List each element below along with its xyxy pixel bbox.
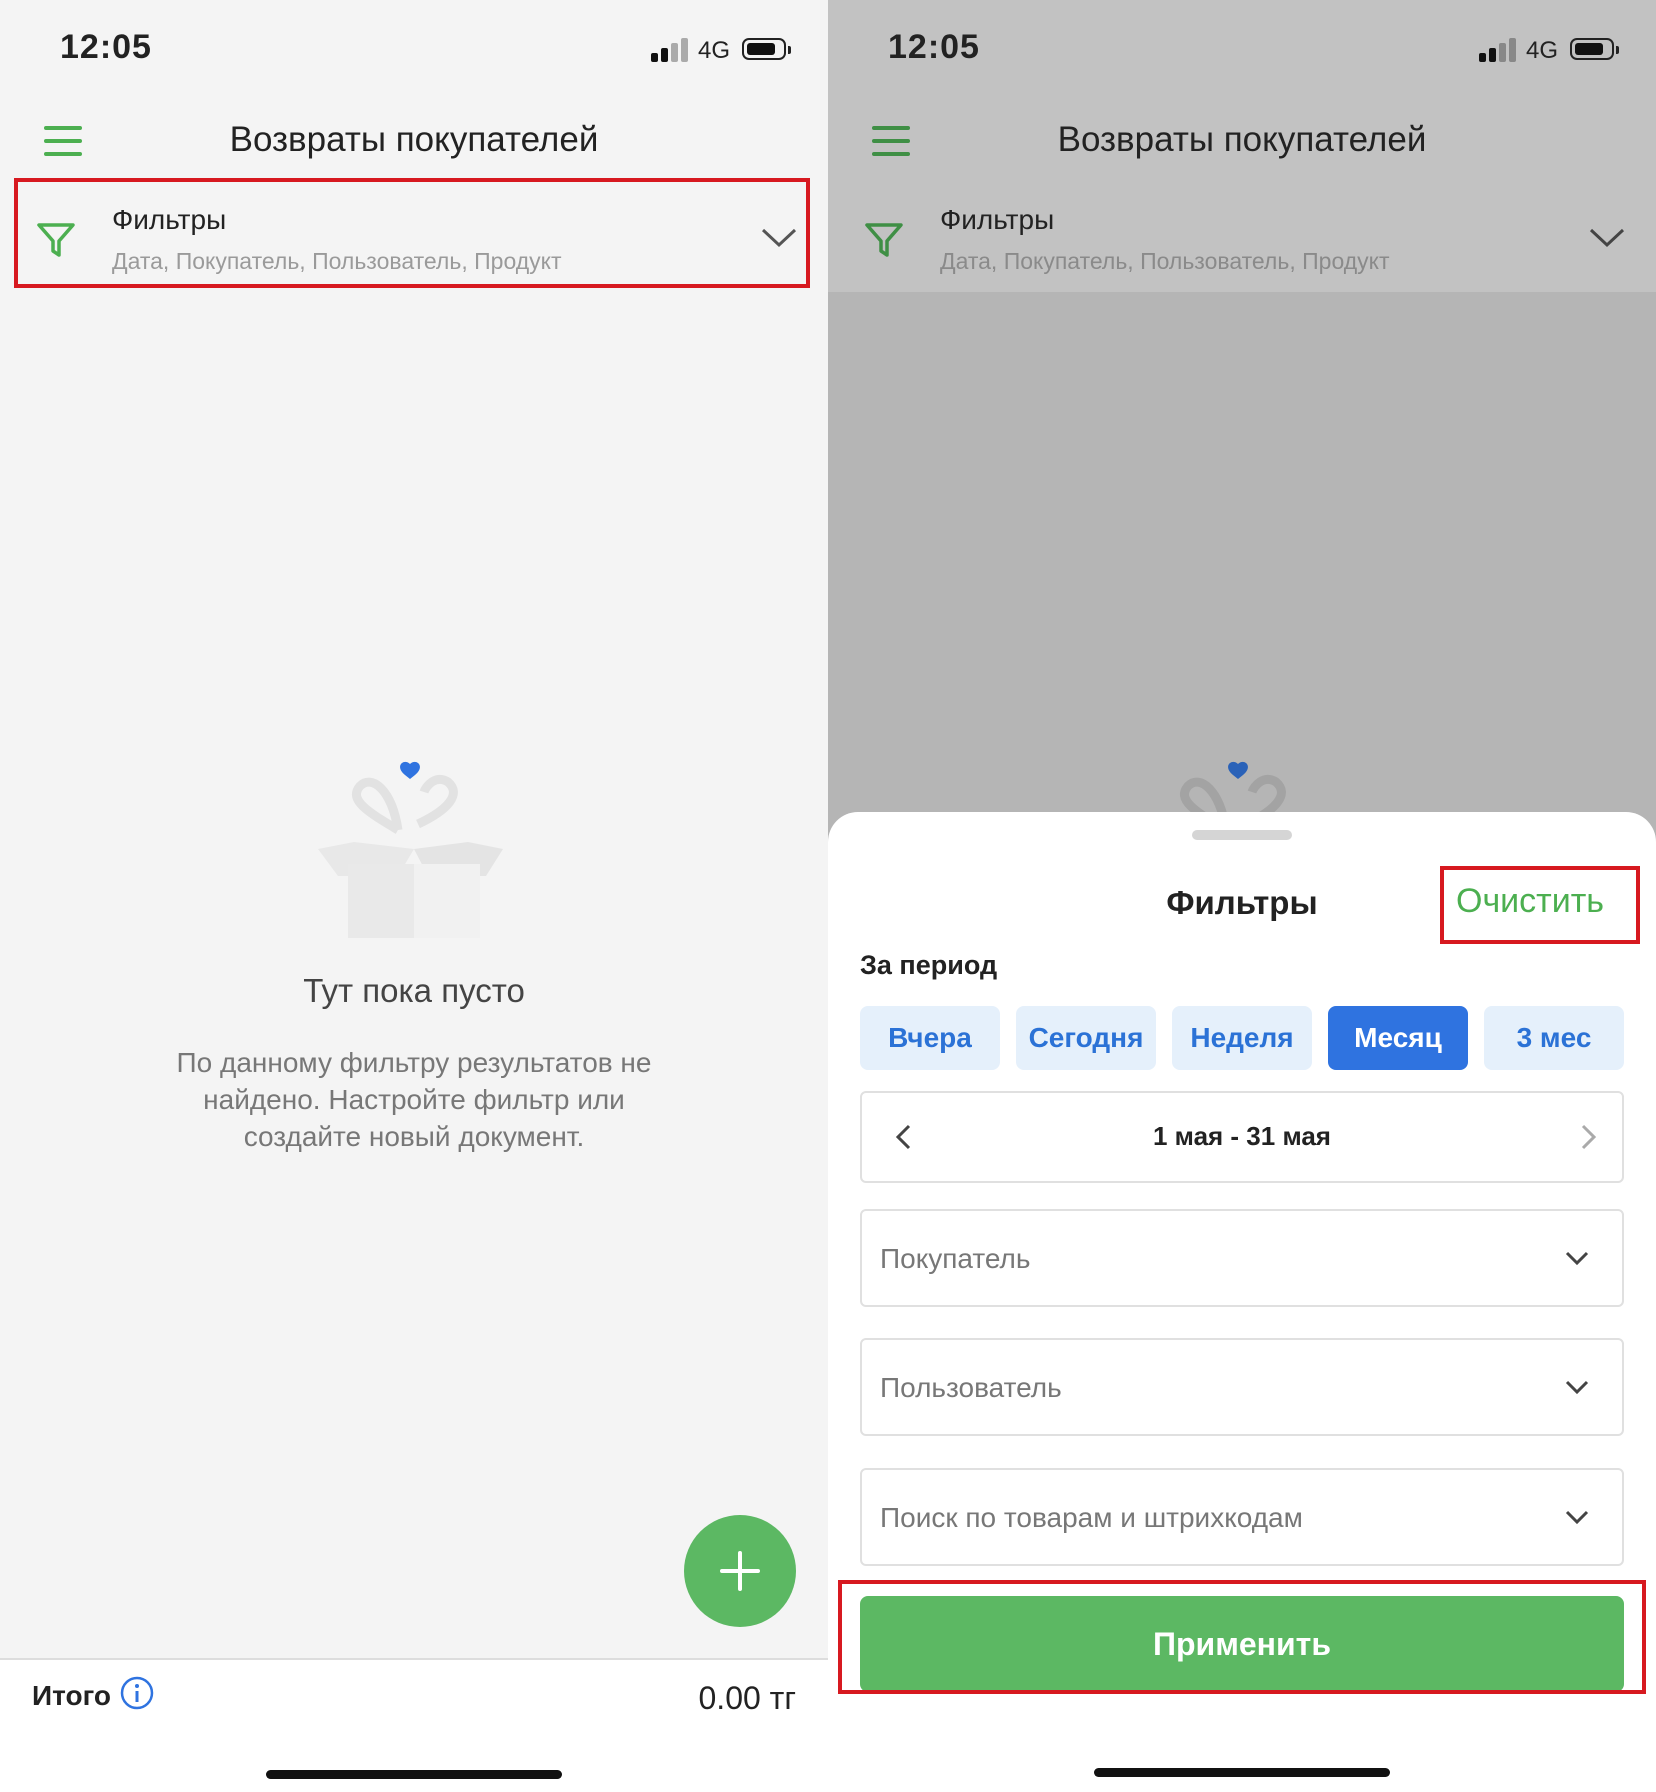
- info-icon[interactable]: [120, 1676, 154, 1710]
- home-indicator: [1094, 1768, 1390, 1777]
- add-button[interactable]: [684, 1515, 796, 1627]
- empty-box-icon: [318, 761, 503, 938]
- period-chip-week[interactable]: Неделя: [1172, 1006, 1312, 1070]
- signal-icon: [1479, 38, 1519, 62]
- home-indicator: [266, 1770, 562, 1779]
- sheet-grabber[interactable]: [1192, 830, 1292, 840]
- status-bar: 12:05 4G: [828, 0, 1656, 96]
- battery-icon: [742, 38, 791, 60]
- chevron-down-icon: [1565, 1510, 1589, 1525]
- date-range-picker: 1 мая - 31 мая: [860, 1091, 1624, 1183]
- total-footer: Итого 0.00 тг: [0, 1658, 828, 1792]
- app-header: Возвраты покупателей: [828, 96, 1656, 196]
- period-chip-month[interactable]: Месяц: [1328, 1006, 1468, 1070]
- empty-title: Тут пока пусто: [303, 972, 525, 1009]
- customer-placeholder: Покупатель: [880, 1243, 1031, 1274]
- signal-icon: [651, 38, 691, 62]
- page-title: Возвраты покупателей: [1057, 120, 1427, 159]
- filter-icon: [865, 223, 903, 257]
- status-time: 12:05: [60, 28, 152, 66]
- customer-select[interactable]: Покупатель: [860, 1209, 1624, 1307]
- apply-highlight: [838, 1580, 1646, 1694]
- period-chip-yesterday[interactable]: Вчера: [860, 1006, 1000, 1070]
- filters-sheet: Фильтры Очистить За период Вчера Сегодня…: [828, 812, 1656, 1792]
- network-type: 4G: [1526, 37, 1559, 64]
- product-placeholder: Поиск по товарам и штрихкодам: [880, 1502, 1303, 1533]
- period-label: За период: [860, 950, 998, 980]
- plus-icon: [720, 1551, 760, 1591]
- period-chip-today[interactable]: Сегодня: [1016, 1006, 1156, 1070]
- total-value: 0.00 тг: [698, 1680, 797, 1716]
- right-screen: 12:05 4G Возвраты покупателей Фильтры Да…: [828, 0, 1656, 1792]
- product-search-select[interactable]: Поиск по товарам и штрихкодам: [860, 1468, 1624, 1566]
- total-label: Итого: [32, 1680, 111, 1711]
- chevron-down-icon: [1565, 1380, 1589, 1395]
- battery-icon: [1570, 38, 1619, 60]
- filters-toggle[interactable]: Фильтры Дата, Покупатель, Пользователь, …: [828, 184, 1656, 292]
- user-placeholder: Пользователь: [880, 1372, 1062, 1403]
- empty-description: По данному фильтру результатов не найден…: [176, 1047, 652, 1152]
- left-screen: 12:05 4G Возвраты покупателей Фильтры Да…: [0, 0, 828, 1792]
- network-type: 4G: [698, 37, 731, 64]
- chevron-right-icon[interactable]: [1568, 1117, 1608, 1157]
- status-bar: 12:05 4G: [0, 0, 828, 96]
- chevron-down-icon: [1589, 228, 1625, 248]
- filters-label: Фильтры: [940, 204, 1055, 235]
- status-time: 12:05: [888, 28, 980, 66]
- filters-summary: Дата, Покупатель, Пользователь, Продукт: [940, 248, 1390, 274]
- user-select[interactable]: Пользователь: [860, 1338, 1624, 1436]
- filters-highlight: [14, 178, 810, 288]
- date-range-value: 1 мая - 31 мая: [1153, 1121, 1331, 1151]
- page-title: Возвраты покупателей: [229, 120, 599, 159]
- clear-highlight: [1440, 866, 1640, 944]
- chevron-down-icon: [1565, 1251, 1589, 1266]
- period-chip-3-months[interactable]: 3 мес: [1484, 1006, 1624, 1070]
